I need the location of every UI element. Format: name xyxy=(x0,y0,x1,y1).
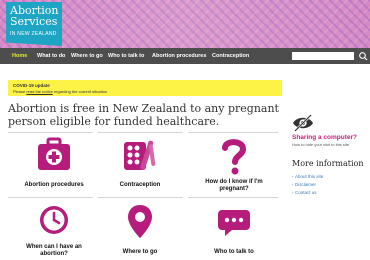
tile-label: Abortion procedures xyxy=(24,182,84,188)
covid-notice-link[interactable]: read the notice xyxy=(26,89,52,94)
speech-bubble-icon xyxy=(218,210,250,236)
sharing-computer-subtext: How to hide your visit to this site xyxy=(292,142,350,147)
covid-title: COVID-19 update xyxy=(13,83,50,88)
nav-contraception[interactable]: Contraception xyxy=(212,48,249,64)
covid-notice: COVID-19 update Please read the notice r… xyxy=(8,80,282,96)
main-nav: Home What to do Where to go Who to talk … xyxy=(0,48,370,64)
page-headline: Abortion is free in New Zealand to any p… xyxy=(8,102,279,128)
question-mark-icon xyxy=(222,139,247,175)
divider xyxy=(188,197,278,198)
tile-how-do-i-know[interactable]: How do I know if I'm pregnant? xyxy=(192,136,276,194)
clock-icon xyxy=(40,206,68,234)
sidebar-link-about[interactable]: › About this site xyxy=(292,174,323,179)
sidebar-link-contact[interactable]: › Contact us xyxy=(292,190,317,195)
divider xyxy=(188,132,278,133)
divider xyxy=(98,132,183,133)
search-input[interactable] xyxy=(292,52,354,60)
covid-text-before: Please xyxy=(13,89,27,94)
medical-kit-icon xyxy=(38,137,70,170)
tile-when-can-i[interactable]: When can I have an abortion? xyxy=(12,202,96,260)
hidden-eye-icon[interactable] xyxy=(292,113,314,133)
nav-home[interactable]: Home xyxy=(12,48,27,64)
tile-label: How do I know if I'm pregnant? xyxy=(205,179,263,192)
tile-label: Where to go xyxy=(122,249,158,255)
tile-contraception[interactable]: Contraception xyxy=(98,136,182,194)
map-pin-icon xyxy=(128,205,152,238)
nav-what-to-do[interactable]: What to do xyxy=(37,48,65,64)
site-logo[interactable]: Abortion Services IN NEW ZEALAND xyxy=(6,2,62,46)
pill-pack-icon xyxy=(124,140,156,170)
tile-label: When can I have an abortion? xyxy=(26,244,82,257)
divider xyxy=(8,132,93,133)
sidebar-link-disclaimer[interactable]: › Disclaimer xyxy=(292,182,316,187)
tile-abortion-procedures[interactable]: Abortion procedures xyxy=(12,136,96,194)
tile-label: Who to talk to xyxy=(214,249,254,255)
logo-subtitle: IN NEW ZEALAND xyxy=(10,31,57,37)
covid-text: Please read the notice regarding the cur… xyxy=(13,89,107,94)
nav-who-to-talk-to[interactable]: Who to talk to xyxy=(108,48,144,64)
tile-where-to-go[interactable]: Where to go xyxy=(98,202,182,260)
search-icon[interactable] xyxy=(358,51,368,61)
sidebar-link-label: Contact us xyxy=(295,190,317,195)
covid-text-after: regarding the current situation xyxy=(52,89,108,94)
tile-label: Contraception xyxy=(119,182,161,188)
sidebar-link-label: About this site xyxy=(295,174,324,179)
sidebar-link-label: Disclaimer xyxy=(295,182,317,187)
more-information-heading: More information xyxy=(292,159,364,168)
nav-where-to-go[interactable]: Where to go xyxy=(71,48,103,64)
sharing-computer-link[interactable]: Sharing a computer? xyxy=(292,134,357,141)
divider xyxy=(98,197,183,198)
site-header: Abortion Services IN NEW ZEALAND xyxy=(0,0,370,48)
logo-title-line2: Services xyxy=(10,15,58,28)
divider xyxy=(8,197,93,198)
nav-abortion-procedures[interactable]: Abortion procedures xyxy=(152,48,206,64)
tile-who-to-talk-to[interactable]: Who to talk to xyxy=(192,202,276,260)
